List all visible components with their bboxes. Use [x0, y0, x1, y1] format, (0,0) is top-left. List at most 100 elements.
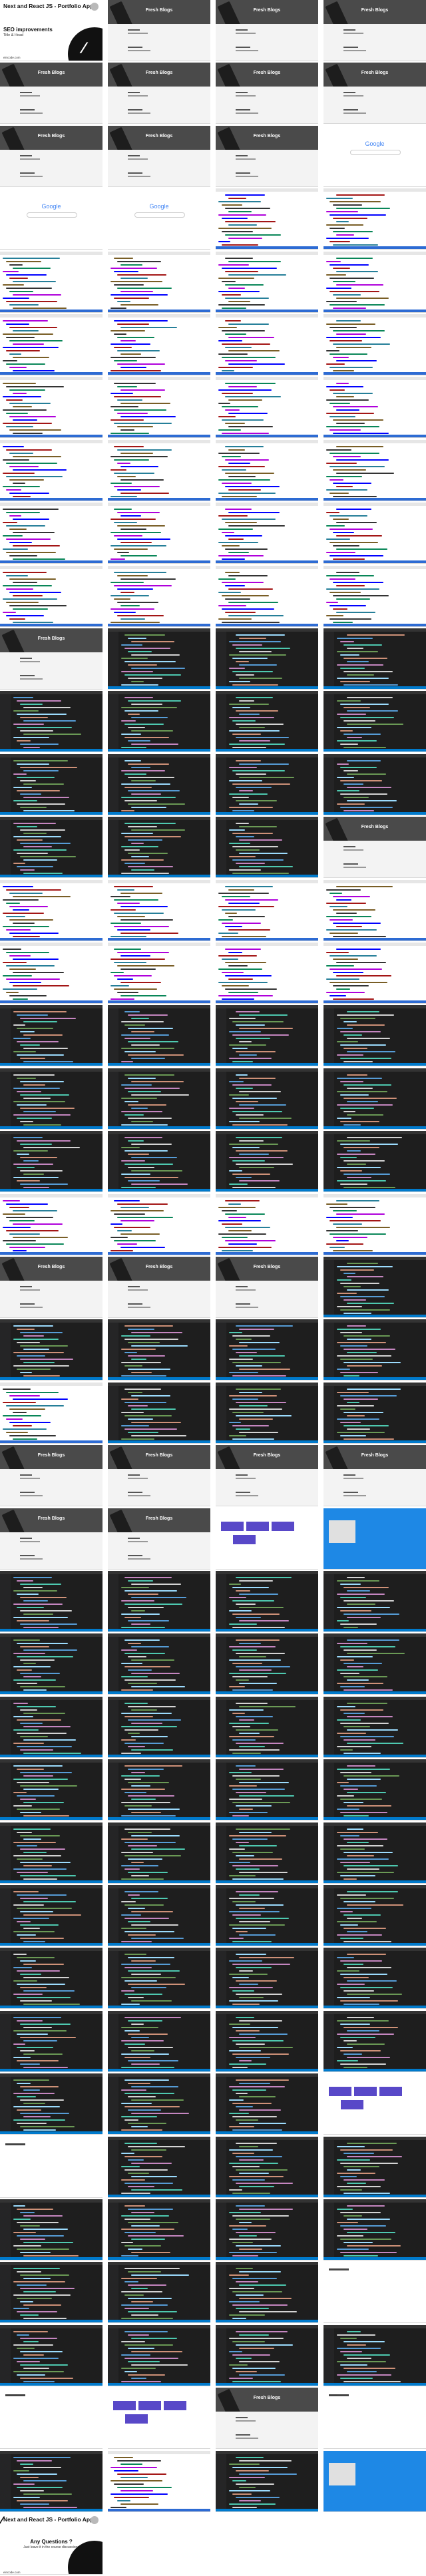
code-line — [13, 1101, 65, 1102]
code-line — [347, 1088, 373, 1089]
code-line — [120, 982, 161, 983]
code-line — [229, 1610, 252, 1611]
blog-list-line — [20, 112, 43, 114]
code-line — [232, 1990, 254, 1992]
code-line — [239, 2173, 269, 2174]
code-line — [9, 906, 48, 907]
code-line — [333, 406, 378, 407]
editor-titlebar — [108, 691, 210, 694]
status-bar — [216, 2131, 318, 2134]
code-line — [128, 1078, 156, 1079]
blog-list-line — [128, 1478, 148, 1479]
code-line — [236, 1980, 277, 1982]
code-line — [17, 1041, 59, 1042]
code-line — [121, 1914, 141, 1916]
code-line — [236, 1792, 266, 1793]
code-line — [121, 2166, 140, 2167]
code-line — [232, 1802, 290, 1803]
code-line — [17, 2235, 64, 2237]
code-line — [23, 2067, 68, 2068]
code-line — [236, 1604, 256, 1605]
code-line — [128, 1669, 152, 1671]
code-line — [110, 545, 166, 546]
status-bar — [0, 310, 103, 312]
code-line — [336, 926, 362, 927]
code-line — [337, 1180, 386, 1181]
blog-list — [216, 87, 318, 123]
code-line — [236, 2030, 260, 2032]
code-line — [239, 1984, 258, 1985]
code-line — [236, 1590, 250, 1592]
code-line — [347, 1074, 367, 1076]
code-line — [343, 1928, 386, 1929]
code-line — [121, 1928, 146, 1929]
code-line — [336, 284, 383, 286]
code-line — [128, 1733, 140, 1734]
code-line — [236, 697, 273, 698]
blog-list-line — [20, 1303, 35, 1305]
code-line — [110, 595, 149, 596]
code-line — [20, 2037, 76, 2038]
browser-toolbar — [216, 440, 318, 443]
video-frame-thumbnail — [108, 691, 210, 752]
blog-hero-title: Fresh Blogs — [37, 1265, 65, 1269]
code-line — [6, 588, 33, 590]
code-line — [128, 1392, 142, 1393]
code-line — [17, 1832, 32, 1833]
blog-list-line — [128, 50, 150, 51]
code-line — [23, 1048, 68, 1049]
status-bar — [216, 1000, 318, 1003]
code-line — [337, 777, 354, 778]
editor-sidebar — [0, 1323, 11, 1377]
code-line — [23, 1362, 55, 1363]
blog-list-line — [343, 1474, 355, 1476]
code-line — [337, 638, 373, 639]
code-line — [128, 1845, 157, 1846]
video-frame-thumbnail — [323, 314, 426, 375]
code-line — [6, 1243, 64, 1245]
code-line — [239, 727, 265, 728]
code-line — [340, 1183, 367, 1185]
video-frame-thumbnail — [0, 2262, 103, 2323]
code-line — [343, 658, 387, 659]
code-line — [333, 985, 369, 986]
video-frame-thumbnail — [108, 880, 210, 941]
blog-hero-title: Fresh Blogs — [253, 134, 281, 138]
code-line — [239, 2311, 297, 2312]
code-line — [222, 972, 244, 973]
browser-toolbar — [216, 566, 318, 569]
code-line — [13, 1792, 27, 1793]
code-line — [232, 1021, 284, 1022]
code-line — [239, 2487, 256, 2488]
status-bar — [216, 2257, 318, 2260]
blog-list — [216, 150, 318, 186]
video-frame-thumbnail — [323, 503, 426, 564]
code-line — [337, 1405, 374, 1406]
code-line — [329, 466, 385, 467]
blog-list-line — [20, 1286, 32, 1287]
code-line — [6, 1392, 59, 1393]
status-bar — [323, 938, 426, 941]
code-line — [340, 2063, 386, 2065]
code-line — [336, 208, 390, 209]
code-line — [239, 2020, 282, 2022]
editor-titlebar — [108, 2325, 210, 2328]
code-line — [340, 1345, 367, 1347]
code-line — [17, 1908, 72, 1909]
blog-list — [0, 150, 103, 186]
code-line — [337, 1279, 351, 1281]
code-line — [124, 1703, 148, 1704]
video-frame-thumbnail — [216, 943, 318, 1004]
editor-sidebar — [216, 1134, 226, 1189]
slide-card — [341, 2100, 363, 2109]
code-line — [225, 509, 252, 510]
code-line — [340, 1584, 361, 1585]
code-line — [6, 449, 52, 451]
status-bar — [0, 938, 103, 941]
editor-titlebar — [323, 691, 426, 694]
code-line — [117, 288, 172, 289]
status-bar — [108, 1629, 210, 1631]
code-line — [13, 2079, 49, 2081]
code-line — [337, 2173, 375, 2174]
code-line — [128, 1580, 153, 1582]
